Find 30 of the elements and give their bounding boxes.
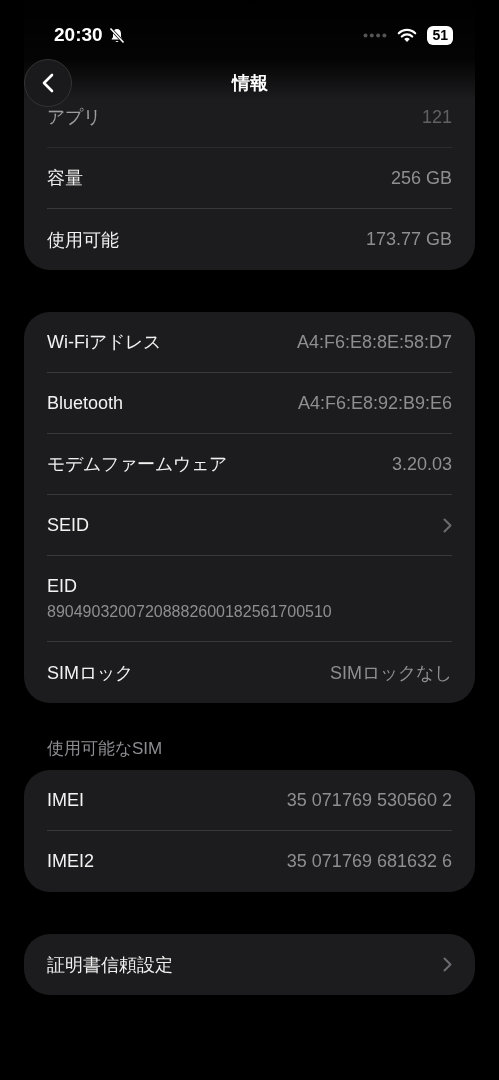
row-value: A4:F6:E8:92:B9:E6 [297, 392, 452, 414]
status-time: 20:30 [54, 24, 103, 46]
row-label: IMEI2 [47, 851, 94, 872]
row-label: 容量 [47, 167, 83, 190]
chevron-icon [443, 957, 452, 972]
signal-dots-icon [363, 32, 388, 38]
row-label: Bluetooth [47, 392, 124, 414]
row-label: SIMロック [47, 661, 133, 685]
row-value: 3.20.03 [391, 453, 452, 475]
row-label: アプリ [47, 106, 101, 129]
section-header: 使用可能なSIM [46, 738, 164, 760]
row-label: モデムファームウェア [47, 453, 227, 476]
chevron-icon [443, 517, 452, 533]
row-value: 89049032007208882600182561700510 [47, 603, 332, 621]
screen-title: 情報 [231, 72, 268, 95]
back-icon [42, 73, 54, 93]
wifi-icon [397, 27, 418, 43]
row-value: A4:F6:E8:8E:58:D7 [296, 331, 452, 353]
row-value: 256 GB [390, 167, 452, 189]
row-value: 121 [421, 106, 452, 128]
row-label: IMEI [47, 789, 84, 811]
row-label[interactable]: SEID [47, 514, 89, 536]
row-label[interactable]: 証明書信頼設定 [47, 952, 173, 977]
row-label: EID [47, 576, 77, 597]
row-label: 使用可能 [47, 228, 119, 252]
row-value: SIMロックなし [330, 661, 452, 685]
row-value: 35 071769 681632 6 [286, 851, 452, 872]
row-label: Wi-Fiアドレス [47, 331, 161, 354]
row-value: 35 071769 530560 2 [286, 789, 452, 811]
row-value: 173.77 GB [365, 229, 452, 250]
